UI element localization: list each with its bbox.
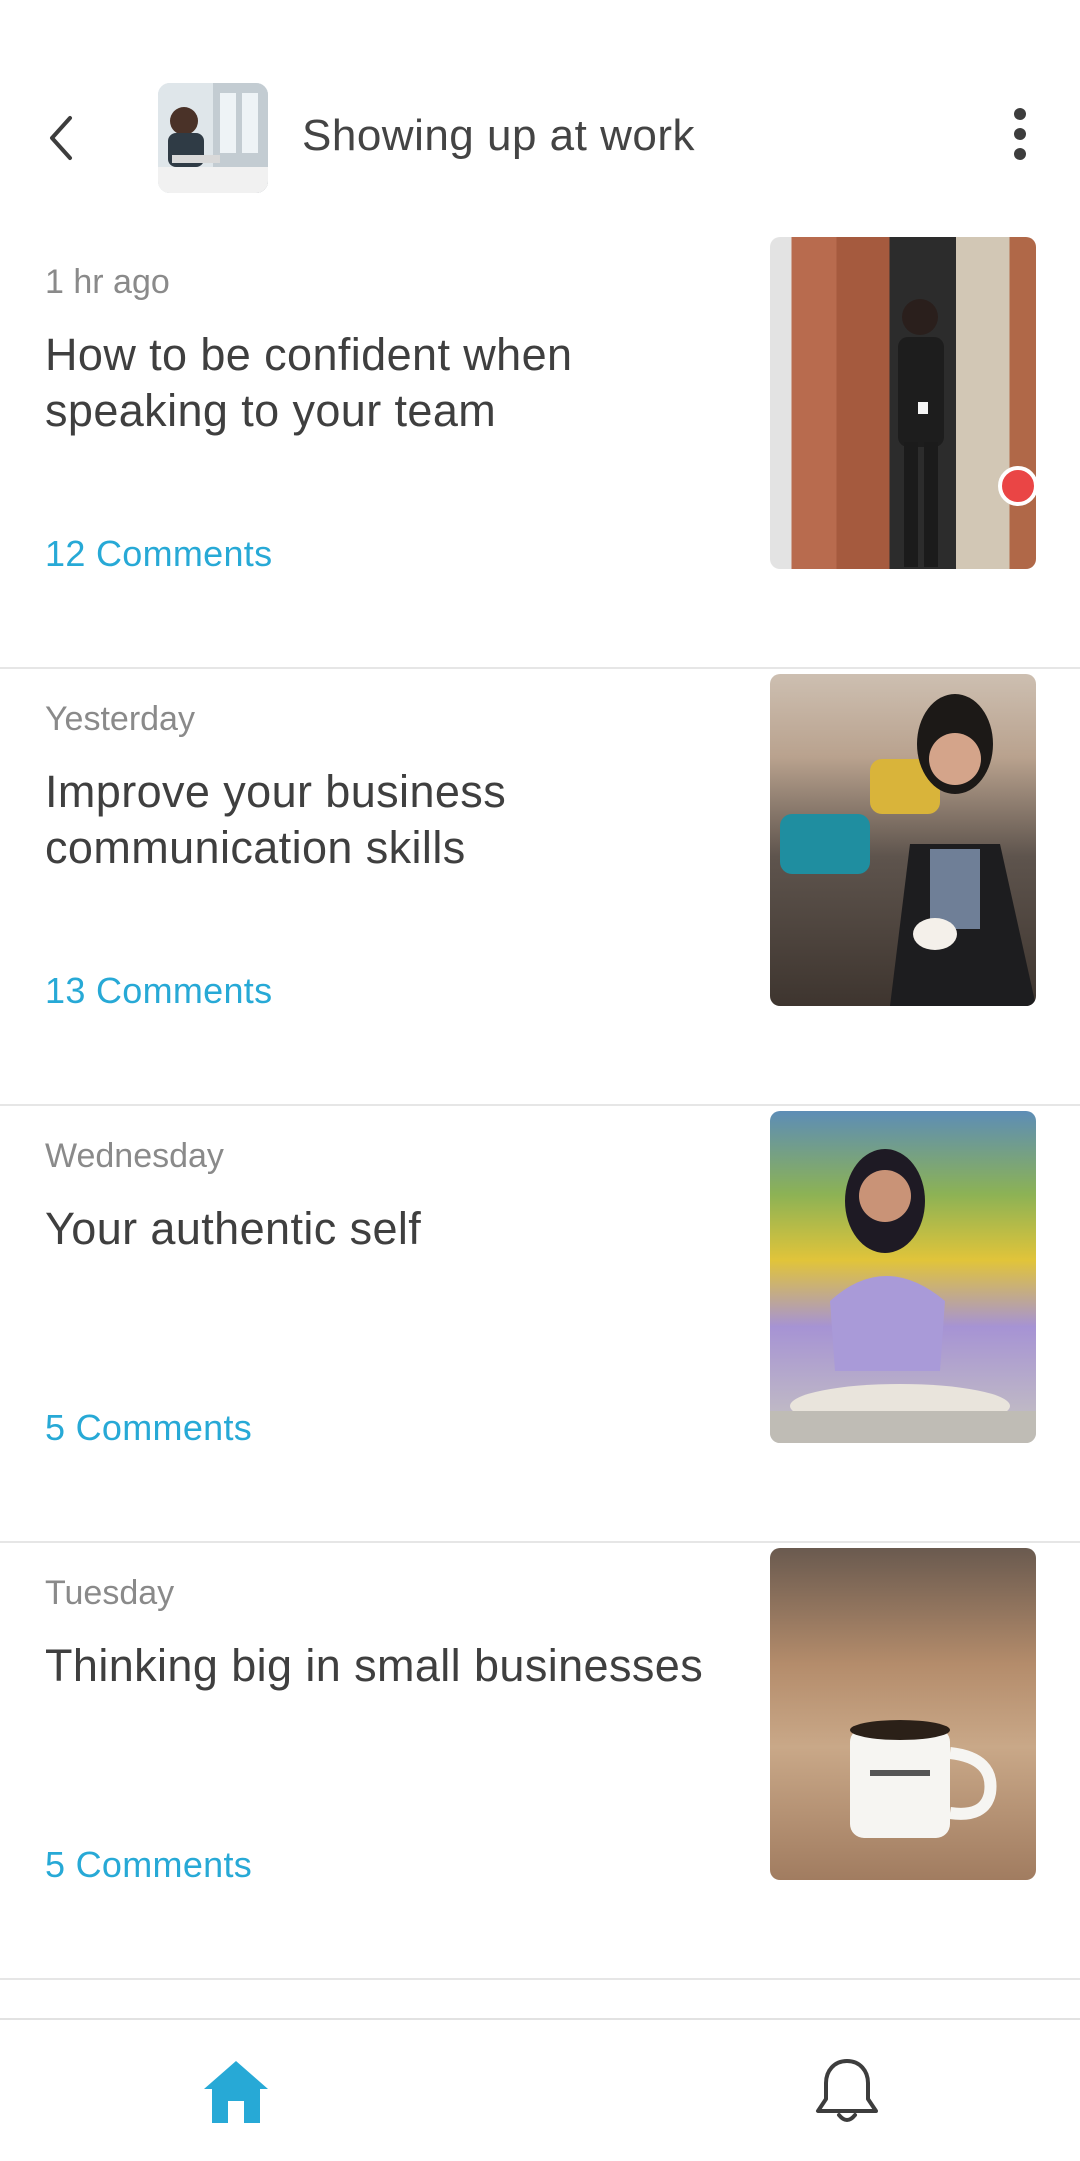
more-options-button[interactable] bbox=[1000, 108, 1040, 168]
post-image[interactable] bbox=[770, 1548, 1036, 1880]
comments-link[interactable]: 13 Comments bbox=[45, 969, 272, 1013]
post-time: Tuesday bbox=[45, 1574, 175, 1612]
post-card[interactable]: Tuesday Thinking big in small businesses… bbox=[0, 1543, 1080, 1980]
unread-indicator bbox=[998, 466, 1038, 506]
post-image[interactable] bbox=[770, 237, 1036, 569]
app-screen: Showing up at work 1 hr ago How to be co… bbox=[0, 0, 1080, 2161]
back-button[interactable] bbox=[40, 110, 84, 166]
nav-notifications-button[interactable] bbox=[812, 2055, 882, 2127]
post-time: Yesterday bbox=[45, 700, 195, 738]
home-icon bbox=[204, 2061, 268, 2123]
post-card[interactable]: Yesterday Improve your business communic… bbox=[0, 669, 1080, 1106]
page-title: Showing up at work bbox=[302, 111, 695, 160]
post-feed: 1 hr ago How to be confident when speaki… bbox=[0, 232, 1080, 2080]
more-vertical-icon bbox=[1000, 108, 1040, 160]
post-card[interactable]: 1 hr ago How to be confident when speaki… bbox=[0, 232, 1080, 669]
post-time: 1 hr ago bbox=[45, 263, 170, 301]
nav-home-button[interactable] bbox=[200, 2055, 272, 2127]
group-avatar bbox=[158, 83, 268, 193]
comments-link[interactable]: 12 Comments bbox=[45, 532, 272, 576]
top-bar: Showing up at work bbox=[0, 0, 1080, 230]
chevron-left-icon bbox=[50, 116, 72, 160]
comments-link[interactable]: 5 Comments bbox=[45, 1843, 252, 1887]
post-image[interactable] bbox=[770, 674, 1036, 1006]
bottom-navigation bbox=[0, 2018, 1080, 2161]
bell-icon bbox=[816, 2059, 878, 2122]
post-card[interactable]: Wednesday Your authentic self 5 Comments bbox=[0, 1106, 1080, 1543]
post-title[interactable]: How to be confident when speaking to you… bbox=[45, 327, 705, 439]
comments-link[interactable]: 5 Comments bbox=[45, 1406, 252, 1450]
post-title[interactable]: Improve your business communication skil… bbox=[45, 764, 705, 876]
post-image[interactable] bbox=[770, 1111, 1036, 1443]
post-time: Wednesday bbox=[45, 1137, 224, 1175]
post-title[interactable]: Thinking big in small businesses bbox=[45, 1638, 705, 1694]
post-title[interactable]: Your authentic self bbox=[45, 1201, 705, 1257]
